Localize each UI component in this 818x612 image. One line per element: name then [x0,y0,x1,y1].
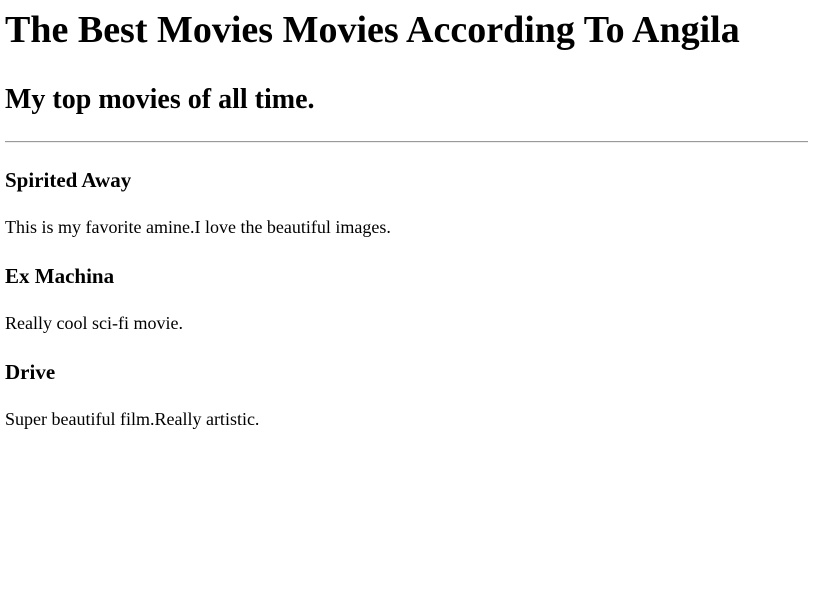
movie-description: This is my favorite amine.I love the bea… [5,217,391,237]
movie-item-spirited-away: Spirited Away This is my favorite amine.… [5,143,808,238]
page-subtitle: My top movies of all time. [5,84,315,115]
movie-description: Really cool sci-fi movie. [5,313,183,333]
movie-item-drive: Drive Super beautiful film.Really artist… [5,334,808,430]
movie-description: Super beautiful film.Really artistic. [5,409,260,429]
movie-title: Ex Machina [5,264,115,288]
movie-title: Spirited Away [5,168,132,192]
page-title: The Best Movies Movies According To Angi… [5,9,740,51]
movie-item-ex-machina: Ex Machina Really cool sci-fi movie. [5,238,808,334]
page-container: The Best Movies Movies According To Angi… [0,0,818,430]
movie-title: Drive [5,360,56,384]
